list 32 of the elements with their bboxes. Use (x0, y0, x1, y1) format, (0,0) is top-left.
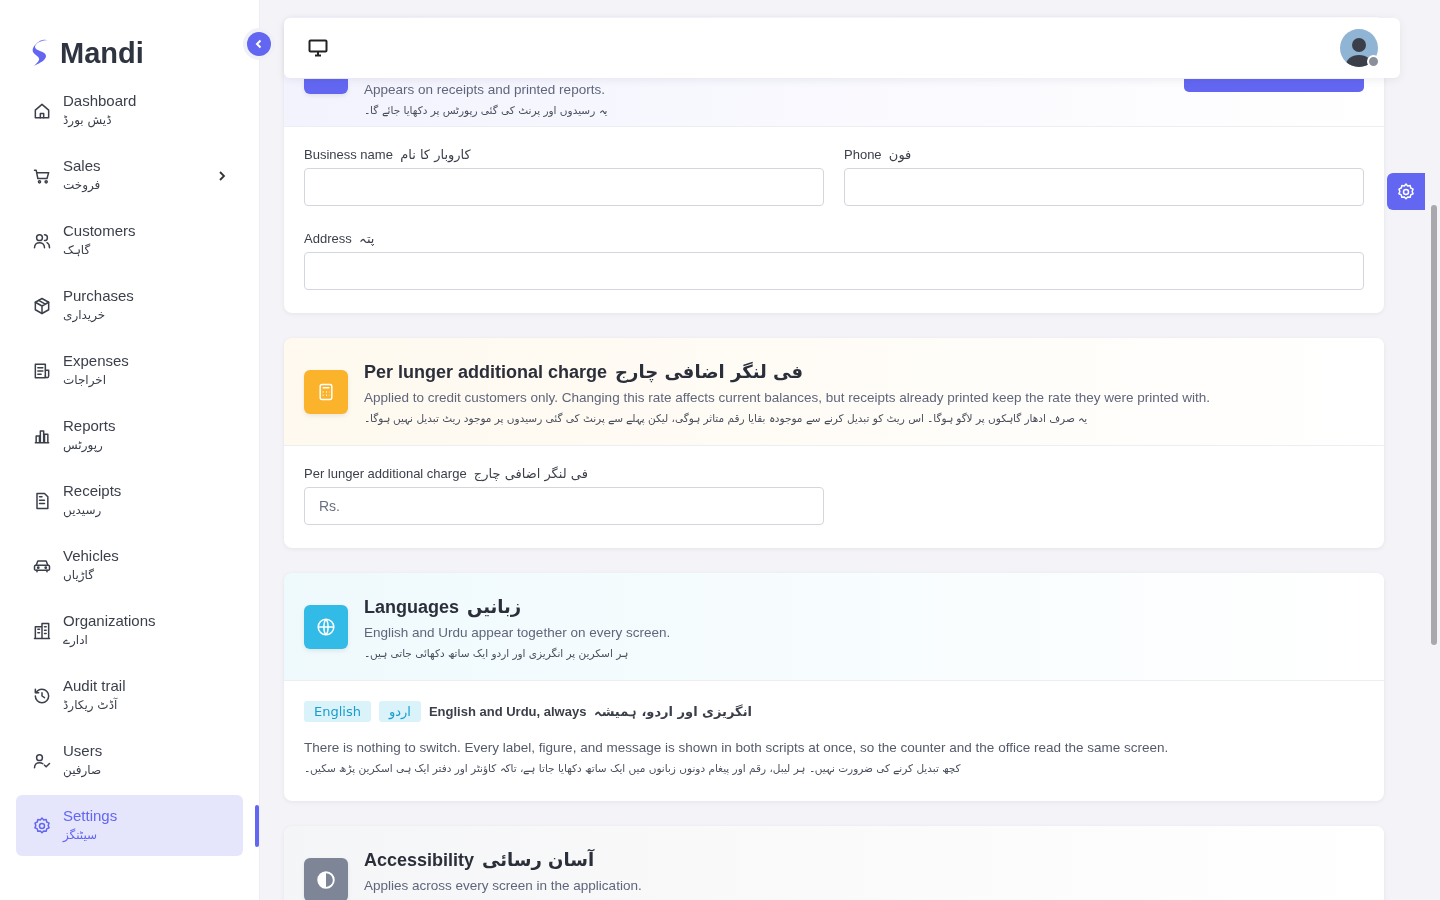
chevron-left-icon (254, 39, 264, 49)
user-avatar[interactable] (1340, 29, 1378, 67)
section-description: Appears on receipts and printed reports. (364, 81, 606, 99)
calculator-icon (316, 382, 336, 402)
section-description: English and Urdu appear together on every screen. (364, 624, 672, 642)
section-description: ہر اسکرین پر انگریزی اور اردو ایک ساتھ دکھائی جاتی ہیں۔ (364, 646, 629, 662)
action-button[interactable] (1184, 79, 1364, 92)
scrollbar-thumb[interactable] (1431, 205, 1437, 645)
app-logo-text: Mandi (60, 36, 144, 70)
gear-icon (1396, 181, 1416, 202)
input-field[interactable] (844, 168, 1364, 206)
settings-button[interactable] (1387, 173, 1425, 210)
section-description: Applied to credit customers only. Changing this rate affects current balances, but receipts already printed keep the rate they were printed with. (364, 389, 1211, 407)
building-icon (32, 620, 52, 641)
monitor-icon[interactable] (308, 39, 328, 57)
section-description: یہ رسیدوں اور پرنٹ کی گئی رپورٹس پر دکھایا جائے گا۔ (364, 103, 609, 119)
collapse-button[interactable] (247, 32, 271, 56)
section-description: یہ صرف ادھار گاہکوں پر لاگو ہوگا۔ اس ریٹ کو تبدیل کرنے سے موجودہ بقایا رقم متاثر ہوگی، لیکن پہلے سے پرنٹ کی گئی رسیدوں پر موجود ریٹ تبدیل نہیں ہوگا۔ (364, 411, 1089, 427)
section-description: Applies across every screen in the application. (364, 877, 643, 895)
language-tag: English (304, 701, 371, 722)
active-indicator (255, 805, 259, 847)
contrast-icon (315, 869, 337, 891)
input-field[interactable] (304, 252, 1364, 290)
body-text: کچھ تبدیل کرنے کی ضرورت نہیں۔ ہر لیبل، رقم اور پیغام دونوں زبانوں میں ایک ساتھ دکھایا جاتا ہے، تاکہ کاؤنٹر اور دفتر ایک ہی اسکرین پڑھ سکیں۔ (304, 761, 962, 777)
chevron-right-icon (217, 169, 227, 182)
body-text: There is nothing to switch. Every label, figure, and message is shown in both scripts at once, so the counter and the office read the same screen. (304, 739, 1170, 757)
language-tag: اردو (378, 701, 421, 722)
box-icon (32, 295, 52, 316)
input-field[interactable] (304, 168, 824, 206)
input-field[interactable]: Rs. (304, 487, 824, 525)
globe-icon (315, 616, 337, 638)
gear-icon (32, 815, 52, 836)
